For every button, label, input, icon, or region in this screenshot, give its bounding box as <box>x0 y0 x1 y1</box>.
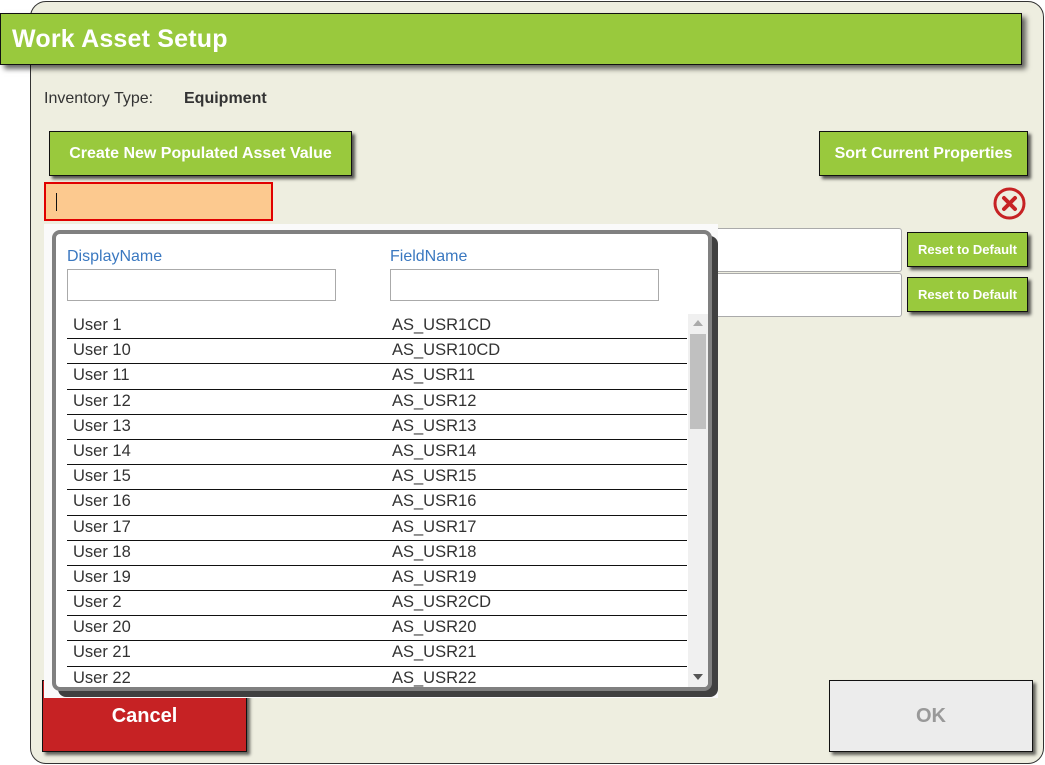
list-item[interactable]: User 16 AS_USR16 <box>67 490 687 516</box>
field-name-cell: AS_USR18 <box>392 542 477 561</box>
field-name-cell: AS_USR20 <box>392 618 477 637</box>
column-header-fieldname[interactable]: FieldName <box>390 248 467 266</box>
close-icon[interactable] <box>992 186 1027 221</box>
display-name-cell: User 12 <box>73 391 131 410</box>
field-name-cell: AS_USR11 <box>392 366 476 385</box>
display-name-cell: User 10 <box>73 341 131 360</box>
field-name-cell: AS_USR10CD <box>392 341 501 360</box>
list-item[interactable]: User 12 AS_USR12 <box>67 390 687 415</box>
display-name-cell: User 17 <box>73 517 131 536</box>
field-name-cell: AS_USR1CD <box>392 316 492 334</box>
display-name-cell: User 1 <box>73 316 122 334</box>
list-item[interactable]: User 21 AS_USR21 <box>67 641 687 667</box>
display-name-cell: User 15 <box>73 467 131 486</box>
create-populated-asset-value-button[interactable]: Create New Populated Asset Value <box>49 131 352 176</box>
display-name-cell: User 2 <box>73 593 122 612</box>
list-item[interactable]: User 18 AS_USR18 <box>67 541 687 566</box>
list-item[interactable]: User 17 AS_USR17 <box>67 516 687 541</box>
list-item[interactable]: User 15 AS_USR15 <box>67 465 687 491</box>
field-name-cell: AS_USR14 <box>392 441 477 460</box>
field-name-cell: AS_USR12 <box>392 391 477 410</box>
new-asset-value-input[interactable] <box>44 182 273 221</box>
list-scrollbar[interactable] <box>688 314 708 687</box>
column-header-displayname[interactable]: DisplayName <box>67 248 162 266</box>
display-name-cell: User 11 <box>73 366 130 385</box>
list-item[interactable]: User 14 AS_USR14 <box>67 440 687 466</box>
field-name-cell: AS_USR17 <box>392 517 477 536</box>
list-item[interactable]: User 19 AS_USR19 <box>67 566 687 592</box>
display-name-cell: User 16 <box>73 492 131 511</box>
list-item[interactable]: User 1 AS_USR1CD <box>67 314 687 340</box>
title-bar: Work Asset Setup <box>0 13 1022 65</box>
field-picker-popup: DisplayName FieldName User 1 AS_USR1CD Use… <box>52 230 712 691</box>
scroll-down-arrow-icon[interactable] <box>693 674 703 680</box>
display-name-cell: User 21 <box>73 643 131 662</box>
displayname-filter-input[interactable] <box>67 269 336 301</box>
field-name-cell: AS_USR15 <box>392 467 477 486</box>
dialog-title: Work Asset Setup <box>12 25 228 53</box>
list-item[interactable]: User 13 AS_USR13 <box>67 415 687 440</box>
fieldname-filter-input[interactable] <box>390 269 659 301</box>
field-name-cell: AS_USR22 <box>392 668 477 687</box>
field-name-cell: AS_USR13 <box>392 416 477 435</box>
display-name-cell: User 18 <box>73 542 131 561</box>
property-value-input-2[interactable] <box>700 273 902 317</box>
scroll-thumb[interactable] <box>690 334 706 429</box>
list-item[interactable]: User 20 AS_USR20 <box>67 616 687 642</box>
list-item[interactable]: User 22 AS_USR22 <box>67 667 687 687</box>
property-value-input-1[interactable] <box>700 228 902 272</box>
display-name-cell: User 22 <box>73 668 131 687</box>
sort-current-properties-button[interactable]: Sort Current Properties <box>819 131 1028 176</box>
reset-to-default-button-2[interactable]: Reset to Default <box>907 277 1028 312</box>
display-name-cell: User 13 <box>73 416 131 435</box>
list-item[interactable]: User 11 AS_USR11 <box>67 364 687 390</box>
display-name-cell: User 19 <box>73 567 131 586</box>
scroll-up-arrow-icon[interactable] <box>693 320 703 326</box>
field-name-cell: AS_USR19 <box>392 567 477 586</box>
field-name-cell: AS_USR16 <box>392 492 477 511</box>
reset-to-default-button-1[interactable]: Reset to Default <box>907 232 1028 267</box>
text-caret <box>56 193 57 211</box>
inventory-type-value: Equipment <box>184 90 267 107</box>
field-name-cell: AS_USR21 <box>392 643 477 662</box>
ok-button[interactable]: OK <box>829 680 1033 752</box>
list-item[interactable]: User 10 AS_USR10CD <box>67 339 687 365</box>
field-list: User 1 AS_USR1CD User 10 AS_USR10CD User 11 A… <box>67 314 687 687</box>
display-name-cell: User 20 <box>73 618 131 637</box>
display-name-cell: User 14 <box>73 441 131 460</box>
inventory-type-label: Inventory Type: <box>44 90 154 107</box>
list-item[interactable]: User 2 AS_USR2CD <box>67 591 687 617</box>
field-name-cell: AS_USR2CD <box>392 593 492 612</box>
